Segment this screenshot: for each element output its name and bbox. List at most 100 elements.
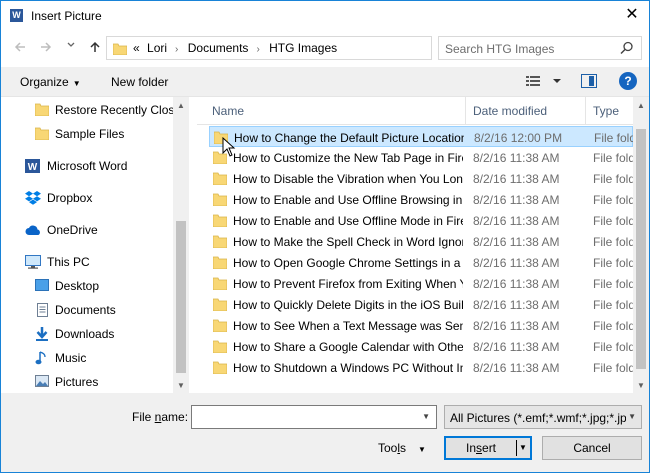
folder-icon xyxy=(213,172,227,185)
up-button[interactable] xyxy=(87,40,103,56)
file-row[interactable]: How to Open Google Chrome Settings in a … xyxy=(209,252,633,273)
preview-pane-button[interactable] xyxy=(581,74,597,88)
file-date-modified: 8/2/16 11:38 AM xyxy=(473,277,560,291)
search-icon[interactable] xyxy=(619,40,635,56)
help-button[interactable]: ? xyxy=(619,72,637,90)
file-row[interactable]: How to Prevent Firefox from Exiting When… xyxy=(209,273,633,294)
file-name: How to Disable the Vibration when You Lo… xyxy=(233,172,463,186)
file-type: File folder xyxy=(593,214,633,228)
file-row[interactable]: How to Disable the Vibration when You Lo… xyxy=(209,168,633,189)
address-bar[interactable]: « Lori › Documents › HTG Images xyxy=(106,36,432,60)
file-row[interactable]: How to Quickly Delete Digits in the iOS … xyxy=(209,294,633,315)
file-date-modified: 8/2/16 11:38 AM xyxy=(473,361,560,375)
file-type: File folder xyxy=(593,256,633,270)
change-view-button[interactable] xyxy=(526,75,562,90)
dropbox-icon xyxy=(25,191,41,205)
nav-item-microsoft-word[interactable]: W Microsoft Word xyxy=(1,155,173,177)
file-name: How to Quickly Delete Digits in the iOS … xyxy=(233,298,463,312)
scroll-up-icon[interactable]: ▲ xyxy=(637,101,645,110)
insert-options-dropdown-icon[interactable]: ▼ xyxy=(519,443,527,452)
chevron-right-icon[interactable]: › xyxy=(175,44,178,55)
column-header-name[interactable]: Name xyxy=(212,104,244,118)
title-bar: W Insert Picture ✕ xyxy=(1,1,649,31)
documents-icon xyxy=(37,303,48,317)
tools-button[interactable]: Tools ▼ xyxy=(378,441,426,455)
scroll-down-icon[interactable]: ▼ xyxy=(637,381,645,390)
scroll-down-icon[interactable]: ▼ xyxy=(177,381,185,390)
nav-item-desktop[interactable]: Desktop xyxy=(1,275,173,297)
file-row[interactable]: How to Share a Google Calendar with Othe… xyxy=(209,336,633,357)
nav-item-this-pc[interactable]: This PC xyxy=(1,251,173,273)
breadcrumb-documents[interactable]: Documents xyxy=(188,41,249,55)
pictures-icon xyxy=(35,375,49,387)
back-button[interactable] xyxy=(12,40,28,56)
file-date-modified: 8/2/16 11:38 AM xyxy=(473,256,560,270)
close-button[interactable]: ✕ xyxy=(621,4,643,26)
chevron-down-icon[interactable]: ▼ xyxy=(422,412,430,421)
file-list-scrollbar[interactable]: ▲ ▼ xyxy=(633,97,649,393)
file-row[interactable]: How to Shutdown a Windows PC Without Ins… xyxy=(209,357,633,378)
nav-item-label: Microsoft Word xyxy=(47,159,128,173)
file-name-field[interactable]: ▼ xyxy=(191,405,437,429)
downloads-icon xyxy=(36,327,48,341)
breadcrumb-lori[interactable]: Lori xyxy=(147,41,167,55)
column-header-row: ^ Name Date modified Type xyxy=(197,97,633,125)
file-row[interactable]: How to Customize the New Tab Page in Fir… xyxy=(209,147,633,168)
file-row[interactable]: How to Enable and Use Offline Mode in Fi… xyxy=(209,210,633,231)
nav-item-label: Music xyxy=(55,351,87,365)
chevron-right-icon[interactable]: › xyxy=(256,44,259,55)
nav-item-documents[interactable]: Documents xyxy=(1,299,173,321)
breadcrumb-overflow[interactable]: « xyxy=(133,41,140,55)
nav-pane-scrollbar[interactable]: ▲ ▼ xyxy=(173,97,189,393)
file-type: File folder xyxy=(593,193,633,207)
nav-item-downloads[interactable]: Downloads xyxy=(1,323,173,345)
file-name: How to Prevent Firefox from Exiting When… xyxy=(233,277,463,291)
file-type-filter-dropdown[interactable]: All Pictures (*.emf;*.wmf;*.jpg;*.jpeg;*… xyxy=(444,405,642,429)
file-row[interactable]: How to Enable and Use Offline Browsing i… xyxy=(209,189,633,210)
file-type: File folder xyxy=(593,151,633,165)
file-row[interactable]: How to Make the Spell Check in Word Igno… xyxy=(209,231,633,252)
music-icon xyxy=(35,351,46,365)
nav-scrollbar-thumb[interactable] xyxy=(176,221,186,373)
nav-item-music[interactable]: Music xyxy=(1,347,173,369)
file-name: How to Open Google Chrome Settings in a … xyxy=(233,256,463,270)
nav-item-sample-files[interactable]: Sample Files xyxy=(1,123,173,145)
file-list-scrollbar-thumb[interactable] xyxy=(636,129,646,369)
breadcrumb-htg-images[interactable]: HTG Images xyxy=(269,41,337,55)
search-input[interactable]: Search HTG Images xyxy=(445,42,554,56)
folder-icon xyxy=(213,277,227,290)
column-divider[interactable] xyxy=(465,97,466,125)
new-folder-button[interactable]: New folder xyxy=(111,75,168,89)
column-header-date-modified[interactable]: Date modified xyxy=(473,104,547,118)
cancel-button[interactable]: Cancel xyxy=(542,436,642,460)
details-view-icon xyxy=(526,76,561,86)
file-type: File folder xyxy=(594,131,633,145)
file-row[interactable]: How to Change the Default Picture Locati… xyxy=(209,126,633,147)
navigation-pane: Restore Recently Closed Sample Files W M… xyxy=(1,97,189,393)
recent-locations-button[interactable] xyxy=(63,40,79,56)
nav-item-pictures[interactable]: Pictures xyxy=(1,371,173,393)
column-divider[interactable] xyxy=(585,97,586,125)
file-type: File folder xyxy=(593,319,633,333)
file-type: File folder xyxy=(593,361,633,375)
insert-picture-dialog: W Insert Picture ✕ « Lori › Documents › HT… xyxy=(0,0,650,473)
scroll-up-icon[interactable]: ▲ xyxy=(177,101,185,110)
search-box[interactable]: Search HTG Images xyxy=(438,36,642,60)
folder-icon xyxy=(213,319,227,332)
nav-item-restore-recently-closed[interactable]: Restore Recently Closed xyxy=(1,99,173,121)
nav-item-label: Pictures xyxy=(55,375,99,389)
organize-button[interactable]: Organize ▼ xyxy=(20,75,81,89)
nav-item-dropbox[interactable]: Dropbox xyxy=(1,187,173,209)
insert-button[interactable]: Insert ▼ xyxy=(444,436,532,460)
forward-arrow-icon xyxy=(41,42,52,52)
nav-item-onedrive[interactable]: OneDrive xyxy=(1,219,173,241)
svg-text:W: W xyxy=(28,162,38,173)
file-type: File folder xyxy=(593,277,633,291)
column-header-type[interactable]: Type xyxy=(593,104,619,118)
file-row[interactable]: How to See When a Text Message was Sent 8… xyxy=(209,315,633,336)
file-name-label: File name: xyxy=(132,410,189,424)
forward-button[interactable] xyxy=(38,40,54,56)
onedrive-icon xyxy=(25,225,40,235)
folder-icon xyxy=(35,127,49,140)
bottom-panel: File name: ▼ All Pictures (*.emf;*.wmf;*… xyxy=(1,393,649,472)
